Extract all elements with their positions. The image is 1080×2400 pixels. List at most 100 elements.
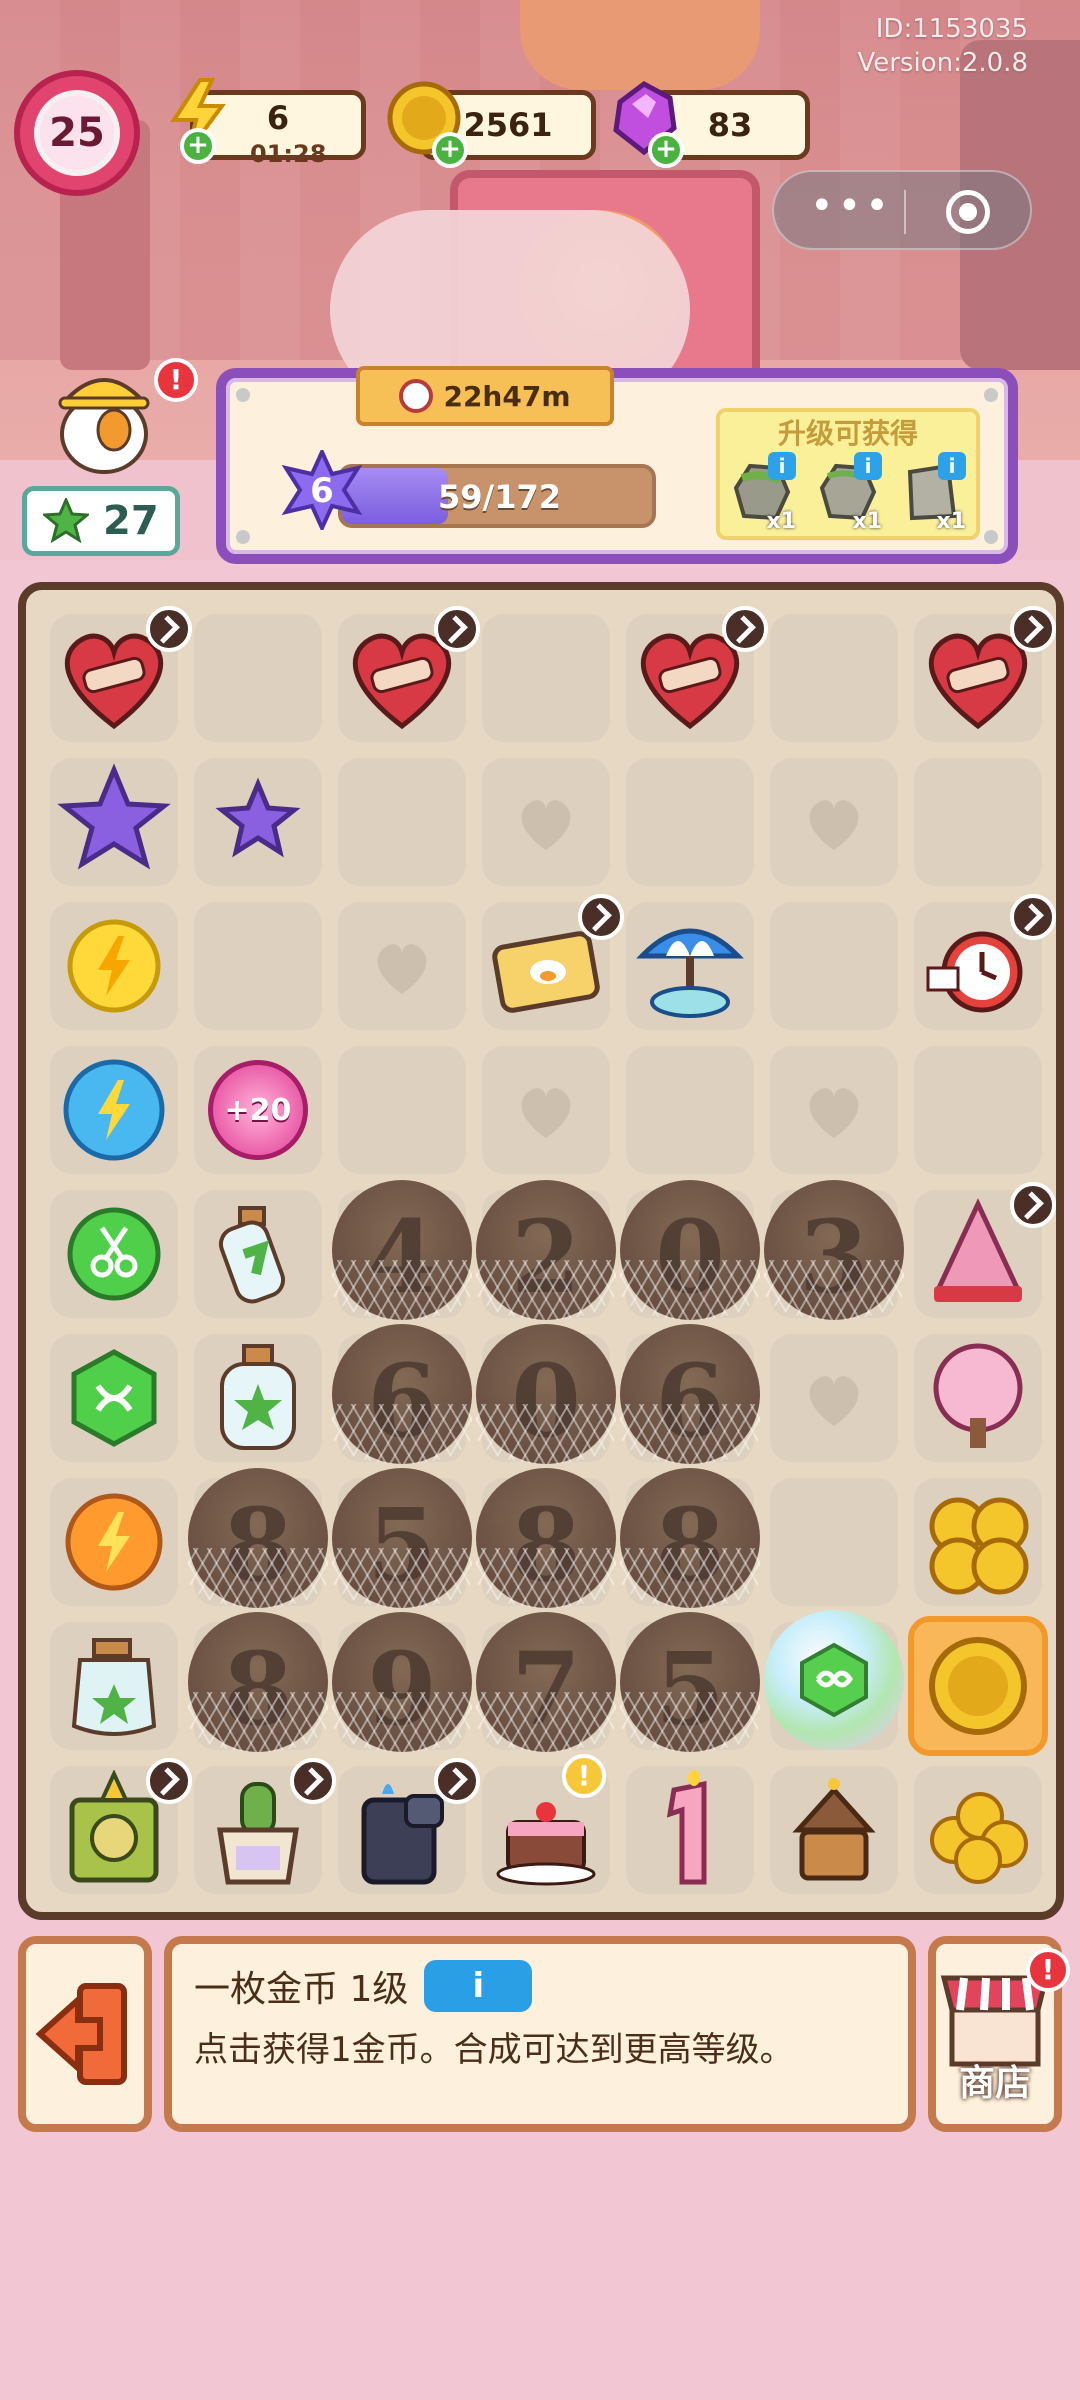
- board-cell[interactable]: [338, 902, 466, 1030]
- mini-program-capsule: •••: [772, 170, 1032, 250]
- add-coins-button[interactable]: +: [432, 132, 468, 168]
- add-energy-button[interactable]: +: [180, 128, 216, 164]
- item-info-button[interactable]: i: [424, 1960, 533, 2012]
- heart-placeholder-icon: [809, 1088, 859, 1138]
- purple-star-big-item[interactable]: [50, 758, 178, 886]
- green-hex-orb-item[interactable]: [50, 1334, 178, 1462]
- cobweb-locked-item[interactable]: 8: [620, 1468, 760, 1608]
- star-jar-item[interactable]: [50, 1622, 178, 1750]
- purple-star-small-item[interactable]: [194, 758, 322, 886]
- cobweb-overlay: [476, 1404, 616, 1464]
- shop-label: 商店: [958, 2063, 1031, 2104]
- board-cell[interactable]: [914, 1046, 1042, 1174]
- board-cell[interactable]: [626, 758, 754, 886]
- reward-stone[interactable]: i x1: [900, 452, 966, 534]
- player-level-badge[interactable]: 25: [14, 70, 140, 196]
- cobweb-overlay: [764, 1260, 904, 1320]
- player-level: 25: [34, 90, 120, 176]
- cobweb-overlay: [188, 1692, 328, 1752]
- board-cell[interactable]: [770, 1046, 898, 1174]
- board-cell[interactable]: [770, 614, 898, 742]
- xp-progress-bar: 59/172: [338, 464, 656, 528]
- close-miniprogram-icon[interactable]: [946, 190, 990, 234]
- coin-stack-item[interactable]: [914, 1478, 1042, 1606]
- board-cell[interactable]: [482, 614, 610, 742]
- timer-badge-icon: [1010, 894, 1056, 940]
- board-cell[interactable]: [338, 1046, 466, 1174]
- yellow-energy-orb-item[interactable]: [50, 902, 178, 1030]
- green-bottle-small-item[interactable]: [194, 1190, 322, 1318]
- reward-info-button[interactable]: i: [768, 452, 796, 480]
- timer-badge-icon: [434, 1758, 480, 1804]
- flower-decoration: [520, 0, 760, 90]
- add-gems-button[interactable]: +: [648, 132, 684, 168]
- hex-bubble-icon: [764, 1610, 904, 1750]
- event-timer: 22h47m: [356, 366, 614, 426]
- cobweb-locked-item[interactable]: 0: [620, 1180, 760, 1320]
- xp-progress-text: 59/172: [438, 478, 562, 516]
- cobweb-overlay: [476, 1260, 616, 1320]
- exit-icon: [35, 1983, 127, 2085]
- more-options-icon[interactable]: •••: [810, 186, 893, 226]
- heart-placeholder-icon: [521, 800, 571, 850]
- timer-badge-icon: [146, 1758, 192, 1804]
- board-cell[interactable]: [482, 758, 610, 886]
- orange-energy-orb-item[interactable]: [50, 1478, 178, 1606]
- green-bottle-large-item[interactable]: [194, 1334, 322, 1462]
- board-cell[interactable]: [770, 902, 898, 1030]
- cobweb-locked-item[interactable]: 6: [332, 1324, 472, 1464]
- cobweb-locked-item[interactable]: 5: [620, 1612, 760, 1752]
- cobweb-overlay: [332, 1404, 472, 1464]
- energy-value: 6: [266, 99, 290, 137]
- cobweb-locked-item[interactable]: 7: [476, 1612, 616, 1752]
- cobweb-locked-item[interactable]: 9: [332, 1612, 472, 1752]
- reward-stone[interactable]: i x1: [730, 452, 796, 534]
- board-cell[interactable]: [770, 758, 898, 886]
- gold-coin-item[interactable]: [914, 1622, 1042, 1750]
- reward-info-button[interactable]: i: [854, 452, 882, 480]
- cobweb-locked-item[interactable]: 4: [332, 1180, 472, 1320]
- cobweb-overlay: [332, 1692, 472, 1752]
- board-cell[interactable]: [914, 758, 1042, 886]
- timer-badge-icon: [290, 1758, 336, 1804]
- cobweb-locked-item[interactable]: 2: [476, 1180, 616, 1320]
- cobweb-locked-item[interactable]: 5: [332, 1468, 472, 1608]
- board-cell[interactable]: [482, 1046, 610, 1174]
- reward-qty: x1: [766, 509, 797, 534]
- cobweb-overlay: [620, 1548, 760, 1608]
- reward-info-button[interactable]: i: [938, 452, 966, 480]
- blue-energy-orb-item[interactable]: [50, 1046, 178, 1174]
- exit-button[interactable]: [18, 1936, 152, 2132]
- cobweb-overlay: [476, 1548, 616, 1608]
- cobweb-locked-item[interactable]: 3: [764, 1180, 904, 1320]
- clover-counter[interactable]: 27: [22, 486, 180, 556]
- board-cell[interactable]: [194, 902, 322, 1030]
- cobweb-locked-item[interactable]: 8: [476, 1468, 616, 1608]
- music-box-item[interactable]: [770, 1766, 898, 1894]
- bottle-icon: [218, 1206, 286, 1304]
- reward-stone[interactable]: i x1: [816, 452, 882, 534]
- reward-qty: x1: [852, 509, 883, 534]
- board-cell[interactable]: [626, 1046, 754, 1174]
- star-jar-icon: [71, 1638, 157, 1736]
- board-cell[interactable]: [338, 758, 466, 886]
- duck-character[interactable]: [44, 356, 164, 476]
- cobweb-locked-item[interactable]: 0: [476, 1324, 616, 1464]
- coin-pile-item[interactable]: [914, 1766, 1042, 1894]
- cobweb-locked-item[interactable]: 8: [188, 1468, 328, 1608]
- pink-tree-large-item[interactable]: [914, 1334, 1042, 1462]
- board-cell[interactable]: [194, 614, 322, 742]
- infinity-hex-icon: [800, 1642, 868, 1718]
- cobweb-locked-item[interactable]: 6: [620, 1324, 760, 1464]
- board-cell[interactable]: [770, 1478, 898, 1606]
- level-up-rewards[interactable]: 升级可获得 i x1 i x1 i x1: [716, 408, 980, 540]
- heart-placeholder-icon: [377, 944, 427, 994]
- candle-one-item[interactable]: [626, 1766, 754, 1894]
- gem-value: 83: [707, 106, 753, 144]
- energy-bubble-plus20-item[interactable]: +20: [194, 1046, 322, 1174]
- board-cell[interactable]: [770, 1334, 898, 1462]
- green-scissors-orb-item[interactable]: [50, 1190, 178, 1318]
- hex-bubble-item[interactable]: [759, 1605, 909, 1755]
- umbrella-table-item[interactable]: [626, 902, 754, 1030]
- cobweb-locked-item[interactable]: 8: [188, 1612, 328, 1752]
